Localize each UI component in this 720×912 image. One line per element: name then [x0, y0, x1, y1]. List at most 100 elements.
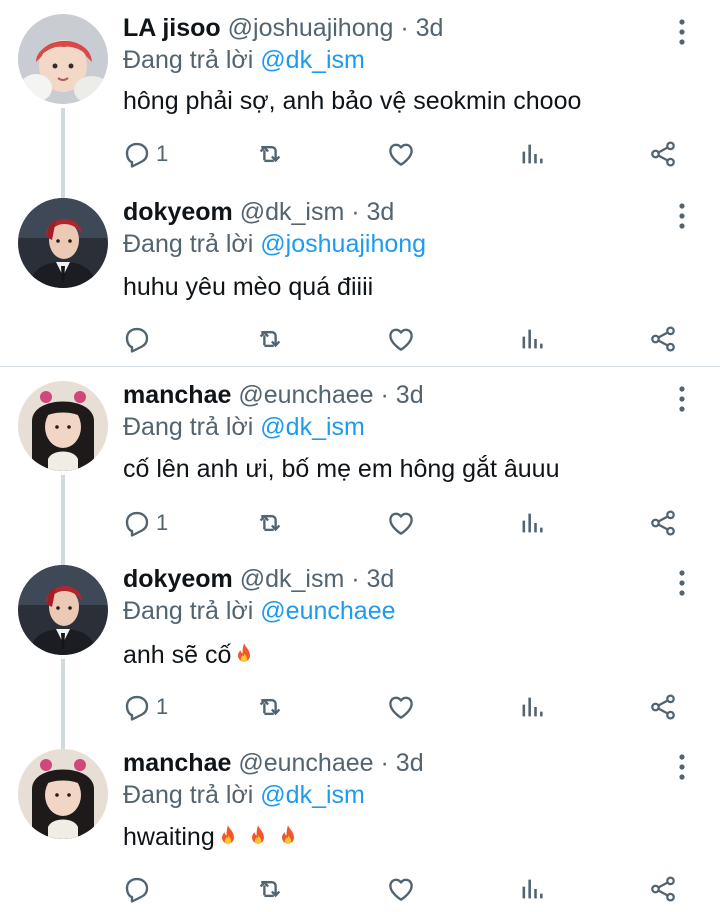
reply-button[interactable]	[122, 319, 156, 359]
separator: ·	[380, 381, 389, 409]
handle[interactable]: @dk_ism	[240, 565, 345, 593]
reply-context: Đang trả lời @dk_ism	[123, 781, 365, 810]
mention-link[interactable]: @joshuajihong	[260, 230, 426, 258]
share-button[interactable]	[648, 134, 678, 174]
reply-count: 1	[156, 141, 169, 166]
reply-icon	[122, 874, 152, 904]
analytics-button[interactable]	[518, 687, 546, 727]
tweet[interactable]: LA jisoo @joshuajihong · 3d Đang trả lời…	[0, 0, 720, 192]
share-button[interactable]	[648, 687, 678, 727]
mention-link[interactable]: @dk_ism	[260, 46, 365, 74]
avatar[interactable]	[18, 198, 108, 288]
handle[interactable]: @dk_ism	[240, 198, 345, 226]
reply-count: 1	[156, 510, 169, 535]
mention-link[interactable]: @dk_ism	[260, 781, 365, 809]
reply-count: 1	[156, 694, 169, 719]
timestamp[interactable]: 3d	[396, 381, 424, 409]
retweet-icon	[254, 324, 286, 354]
separator: ·	[380, 749, 389, 777]
fire-emoji	[245, 823, 271, 849]
separator: ·	[351, 198, 360, 226]
reply-prefix: Đang trả lời	[123, 230, 254, 258]
share-icon	[648, 874, 678, 904]
analytics-button[interactable]	[518, 503, 546, 543]
analytics-icon	[518, 508, 546, 538]
like-button[interactable]	[386, 503, 416, 543]
timestamp[interactable]: 3d	[396, 749, 424, 777]
retweet-icon	[254, 508, 286, 538]
like-button[interactable]	[386, 687, 416, 727]
like-button[interactable]	[386, 134, 416, 174]
share-icon	[648, 692, 678, 722]
reply-context: Đang trả lời @dk_ism	[123, 46, 365, 75]
tweet-text-content: anh sẽ cố	[123, 641, 232, 669]
heart-icon	[386, 508, 416, 538]
avatar[interactable]	[18, 14, 108, 104]
timestamp[interactable]: 3d	[367, 198, 395, 226]
avatar[interactable]	[18, 749, 108, 839]
fire-emoji	[215, 823, 241, 849]
tweet-text: hông phải sợ, anh bảo vệ seokmin chooo	[123, 87, 582, 115]
reply-button[interactable]: 1	[122, 503, 168, 543]
more-vertical-icon[interactable]	[670, 17, 694, 47]
like-button[interactable]	[386, 869, 416, 909]
retweet-icon	[254, 692, 286, 722]
mention-link[interactable]: @eunchaee	[260, 597, 395, 625]
retweet-button[interactable]	[254, 134, 286, 174]
retweet-button[interactable]	[254, 503, 286, 543]
heart-icon	[386, 139, 416, 169]
mention-link[interactable]: @dk_ism	[260, 413, 365, 441]
heart-icon	[386, 324, 416, 354]
timestamp[interactable]: 3d	[367, 565, 395, 593]
action-bar	[0, 869, 720, 909]
reply-button[interactable]: 1	[122, 134, 168, 174]
fire-emoji	[231, 641, 257, 667]
display-name[interactable]: dokyeom	[123, 198, 233, 226]
share-button[interactable]	[648, 319, 678, 359]
like-button[interactable]	[386, 319, 416, 359]
analytics-button[interactable]	[518, 134, 546, 174]
retweet-button[interactable]	[254, 687, 286, 727]
retweet-button[interactable]	[254, 869, 286, 909]
analytics-button[interactable]	[518, 319, 546, 359]
separator: ·	[400, 14, 409, 42]
more-vertical-icon[interactable]	[670, 201, 694, 231]
tweet-text: huhu yêu mèo quá điiii	[123, 273, 374, 301]
action-bar: 1	[0, 503, 720, 543]
display-name[interactable]: manchae	[123, 381, 231, 409]
tweet-header: manchae @eunchaee · 3d	[123, 381, 424, 410]
avatar[interactable]	[18, 565, 108, 655]
share-button[interactable]	[648, 503, 678, 543]
tweet-text: hwaiting	[123, 823, 301, 852]
handle[interactable]: @joshuajihong	[228, 14, 394, 42]
retweet-icon	[254, 874, 286, 904]
handle[interactable]: @eunchaee	[238, 381, 373, 409]
reply-context: Đang trả lời @eunchaee	[123, 597, 396, 626]
tweet[interactable]: manchae @eunchaee · 3d Đang trả lời @dk_…	[0, 733, 720, 912]
tweet-text: anh sẽ cố	[123, 641, 257, 670]
reply-button[interactable]	[122, 869, 156, 909]
reply-prefix: Đang trả lời	[123, 46, 254, 74]
tweet[interactable]: dokyeom @dk_ism · 3d Đang trả lời @joshu…	[0, 182, 720, 366]
reply-icon	[122, 324, 152, 354]
reply-button[interactable]: 1	[122, 687, 168, 727]
timestamp[interactable]: 3d	[416, 14, 444, 42]
display-name[interactable]: manchae	[123, 749, 231, 777]
more-vertical-icon[interactable]	[670, 384, 694, 414]
tweet[interactable]: manchae @eunchaee · 3d Đang trả lời @dk_…	[0, 367, 720, 559]
handle[interactable]: @eunchaee	[238, 749, 373, 777]
more-vertical-icon[interactable]	[670, 568, 694, 598]
heart-icon	[386, 692, 416, 722]
display-name[interactable]: LA jisoo	[123, 14, 221, 42]
tweet[interactable]: dokyeom @dk_ism · 3d Đang trả lời @eunch…	[0, 549, 720, 743]
more-vertical-icon[interactable]	[670, 752, 694, 782]
share-icon	[648, 139, 678, 169]
share-button[interactable]	[648, 869, 678, 909]
avatar[interactable]	[18, 381, 108, 471]
analytics-button[interactable]	[518, 869, 546, 909]
display-name[interactable]: dokyeom	[123, 565, 233, 593]
retweet-button[interactable]	[254, 319, 286, 359]
action-bar	[0, 319, 720, 359]
reply-prefix: Đang trả lời	[123, 781, 254, 809]
tweet-header: dokyeom @dk_ism · 3d	[123, 198, 394, 227]
